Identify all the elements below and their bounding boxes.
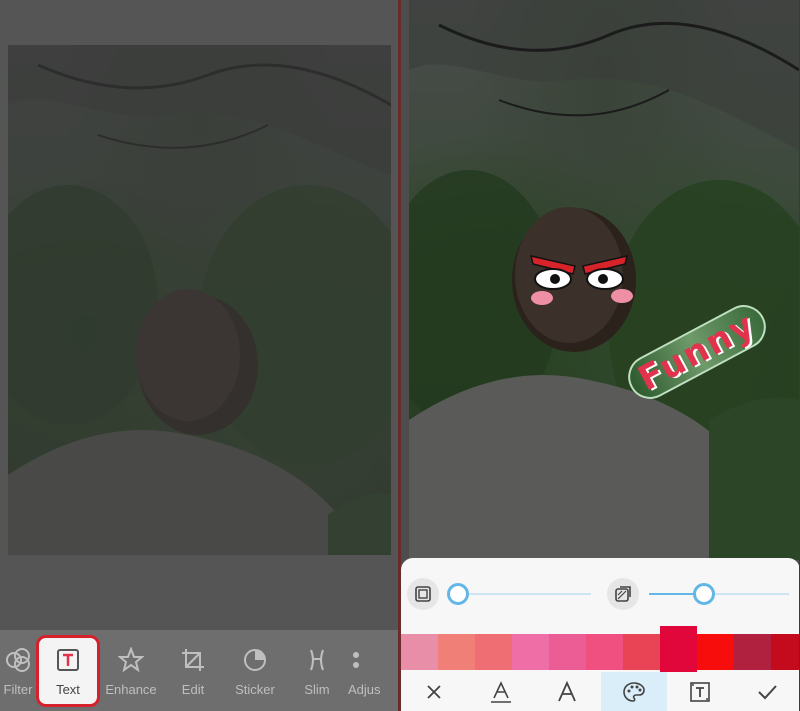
font-icon	[558, 680, 577, 701]
left-screen: Filter Text Enhance Edit Sticker Slim Ad…	[0, 0, 398, 711]
color-swatch[interactable]	[771, 634, 799, 670]
tool-enhance[interactable]: Enhance	[100, 633, 162, 709]
shadow-slider-thumb[interactable]	[693, 583, 715, 605]
check-icon	[758, 684, 777, 699]
color-swatches	[401, 626, 799, 672]
blush-right-sticker[interactable]	[611, 289, 633, 303]
text-icon	[53, 645, 83, 675]
color-swatch[interactable]	[401, 634, 438, 670]
shadow-icon[interactable]	[607, 578, 639, 610]
confirm-button[interactable]	[734, 672, 800, 711]
tool-label: Text	[56, 681, 80, 697]
color-swatch[interactable]	[623, 634, 660, 670]
color-swatch[interactable]	[512, 634, 549, 670]
color-swatch[interactable]	[438, 634, 475, 670]
angry-eyes-sticker[interactable]	[529, 246, 629, 292]
sticker-icon	[240, 645, 270, 675]
color-button[interactable]	[600, 672, 667, 711]
tool-label: Filter	[3, 681, 33, 697]
blush-left-sticker[interactable]	[531, 291, 553, 305]
color-swatch[interactable]	[697, 634, 734, 670]
text-box-button[interactable]	[667, 672, 734, 711]
color-swatch[interactable]	[475, 634, 512, 670]
filter-icon	[3, 645, 33, 675]
tool-filter[interactable]: Filter	[0, 633, 36, 709]
tool-slim[interactable]: Slim	[286, 633, 348, 709]
dim-overlay	[8, 45, 391, 555]
tool-label: Adjus	[348, 681, 381, 697]
tool-label: Enhance	[105, 681, 157, 697]
adjust-icon	[348, 645, 378, 675]
frame-icon[interactable]	[407, 578, 439, 610]
color-swatch[interactable]	[586, 634, 623, 670]
panel-actions	[401, 672, 799, 711]
color-swatch[interactable]	[660, 626, 697, 672]
font-button[interactable]	[534, 672, 601, 711]
opacity-slider-thumb[interactable]	[447, 583, 469, 605]
close-icon	[427, 684, 441, 699]
right-screen: Funny	[401, 0, 799, 711]
slim-icon	[302, 645, 332, 675]
tool-label: Edit	[181, 681, 205, 697]
palette-icon	[622, 681, 645, 702]
tool-edit[interactable]: Edit	[162, 633, 224, 709]
opacity-slider-track[interactable]	[453, 593, 591, 595]
text-box-icon	[690, 681, 711, 702]
tool-sticker[interactable]: Sticker	[224, 633, 286, 709]
font-style-icon	[490, 680, 511, 703]
color-swatch[interactable]	[734, 634, 771, 670]
slider-row	[401, 576, 799, 612]
tool-label: Slim	[304, 681, 330, 697]
star-icon	[116, 645, 146, 675]
close-button[interactable]	[401, 672, 468, 711]
tool-adjust[interactable]: Adjus	[348, 633, 384, 709]
photo	[8, 45, 391, 555]
tool-text[interactable]: Text	[36, 634, 100, 707]
text-style-panel	[401, 558, 799, 711]
crop-icon	[178, 645, 208, 675]
color-swatch[interactable]	[549, 634, 586, 670]
font-style-button[interactable]	[468, 672, 535, 711]
tool-label: Sticker	[235, 681, 275, 697]
bottom-toolbar: Filter Text Enhance Edit Sticker Slim Ad…	[0, 630, 398, 711]
